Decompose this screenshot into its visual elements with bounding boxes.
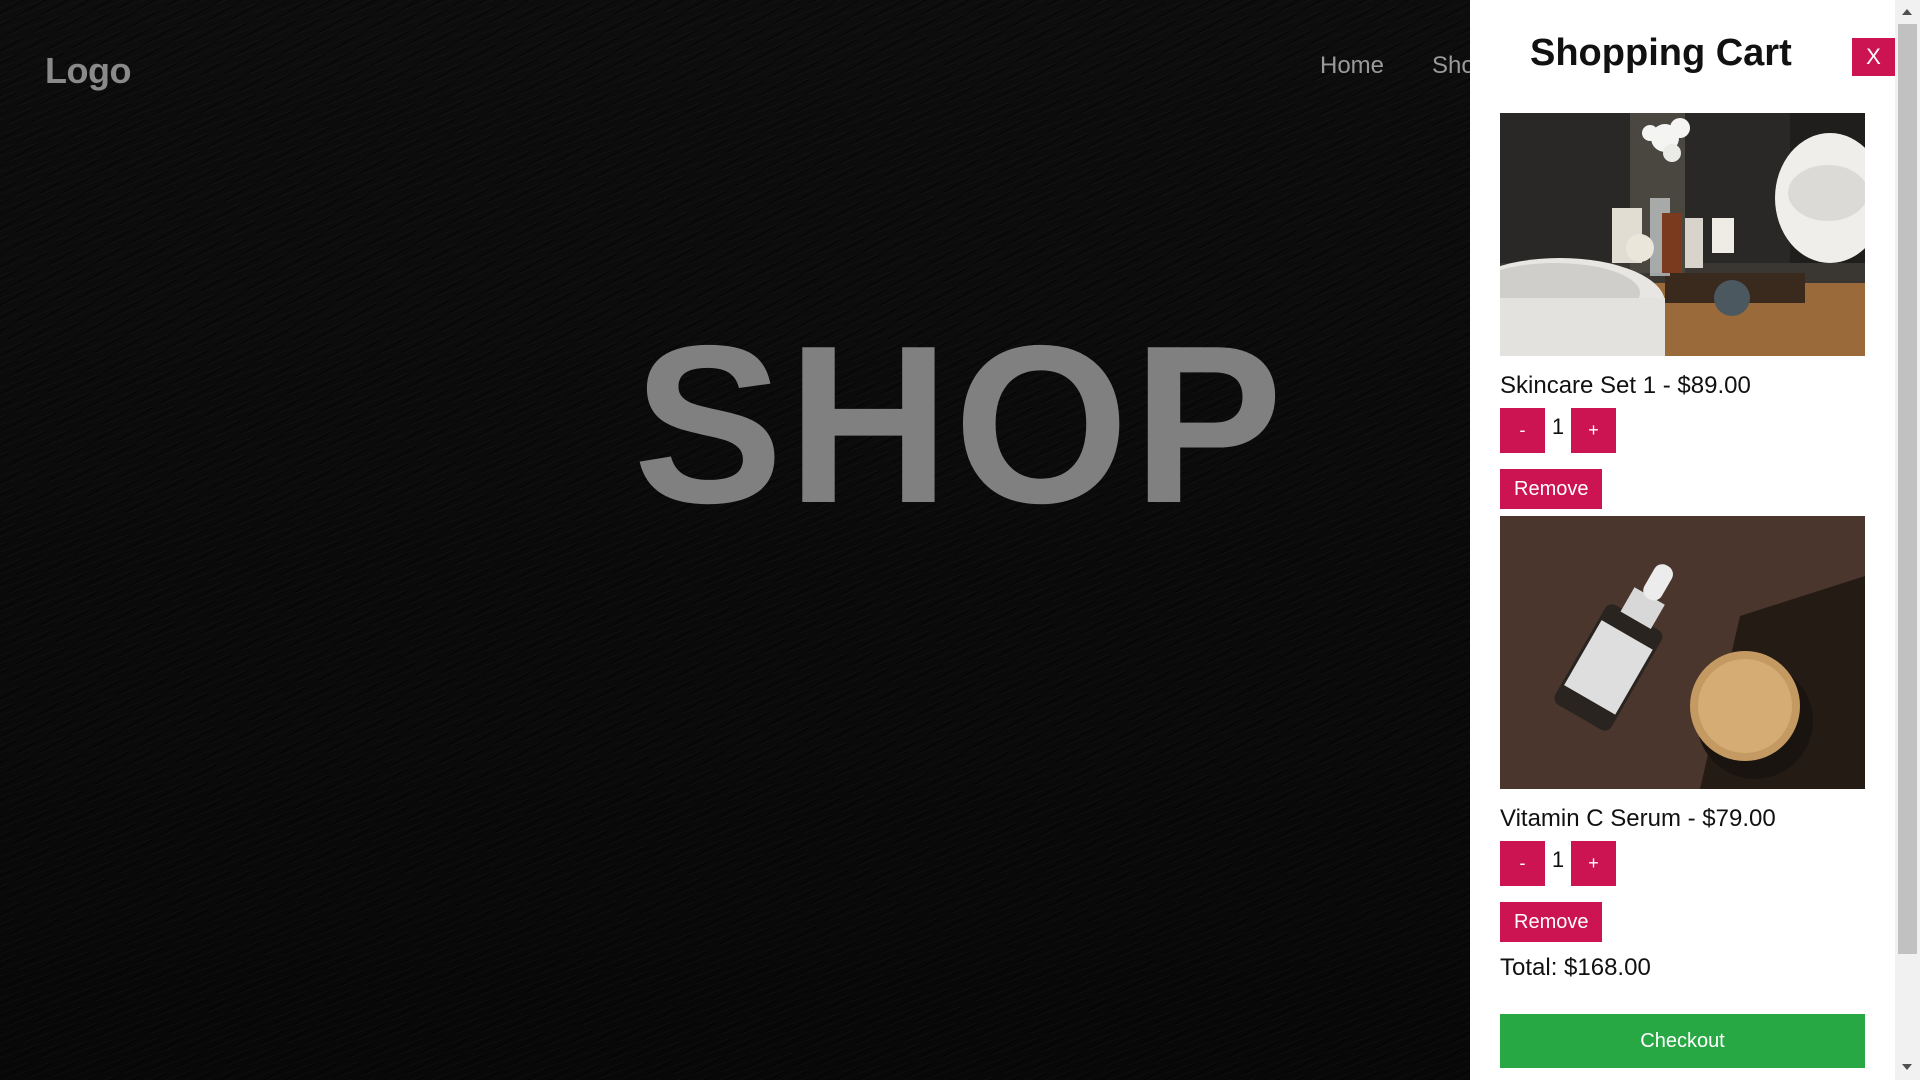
main-nav: Home Sho bbox=[1320, 52, 1475, 80]
cart-item-name: Vitamin C Serum - $79.00 bbox=[1500, 805, 1776, 832]
cart-item: Skincare Set 1 - $89.00 - 1 + Remove bbox=[1500, 113, 1865, 509]
scroll-up-arrow-icon[interactable] bbox=[1902, 9, 1912, 15]
nav-link-home[interactable]: Home bbox=[1320, 52, 1384, 80]
nav-link-shop[interactable]: Sho bbox=[1432, 52, 1475, 80]
close-cart-button[interactable]: X bbox=[1852, 38, 1895, 76]
scrollbar-thumb[interactable] bbox=[1898, 24, 1917, 954]
checkout-button[interactable]: Checkout bbox=[1500, 1014, 1865, 1068]
cart-item-name: Skincare Set 1 - $89.00 bbox=[1500, 372, 1751, 399]
increase-quantity-button[interactable]: + bbox=[1571, 408, 1616, 453]
cart-header: Shopping Cart X bbox=[1500, 0, 1895, 110]
scroll-down-arrow-icon[interactable] bbox=[1902, 1064, 1912, 1070]
decrease-quantity-button[interactable]: - bbox=[1500, 408, 1545, 453]
decrease-quantity-button[interactable]: - bbox=[1500, 841, 1545, 886]
cart-title: Shopping Cart bbox=[1530, 32, 1792, 74]
skincare-set-image bbox=[1500, 113, 1865, 356]
increase-quantity-button[interactable]: + bbox=[1571, 841, 1616, 886]
quantity-value: 1 bbox=[1551, 413, 1565, 439]
site-logo[interactable]: Logo bbox=[45, 50, 131, 92]
cart-total: Total: $168.00 bbox=[1500, 954, 1651, 981]
vitamin-c-serum-image bbox=[1500, 516, 1865, 789]
scrollbar[interactable] bbox=[1895, 0, 1920, 1080]
quantity-value: 1 bbox=[1551, 846, 1565, 872]
remove-item-button[interactable]: Remove bbox=[1500, 469, 1603, 509]
remove-item-button[interactable]: Remove bbox=[1500, 902, 1603, 942]
shopping-cart-panel: Shopping Cart X Skincare Set 1 - $89.00 … bbox=[1470, 0, 1895, 1080]
quantity-stepper: - 1 + bbox=[1500, 841, 1865, 886]
quantity-stepper: - 1 + bbox=[1500, 408, 1865, 453]
cart-item: Vitamin C Serum - $79.00 - 1 + Remove bbox=[1500, 516, 1865, 942]
